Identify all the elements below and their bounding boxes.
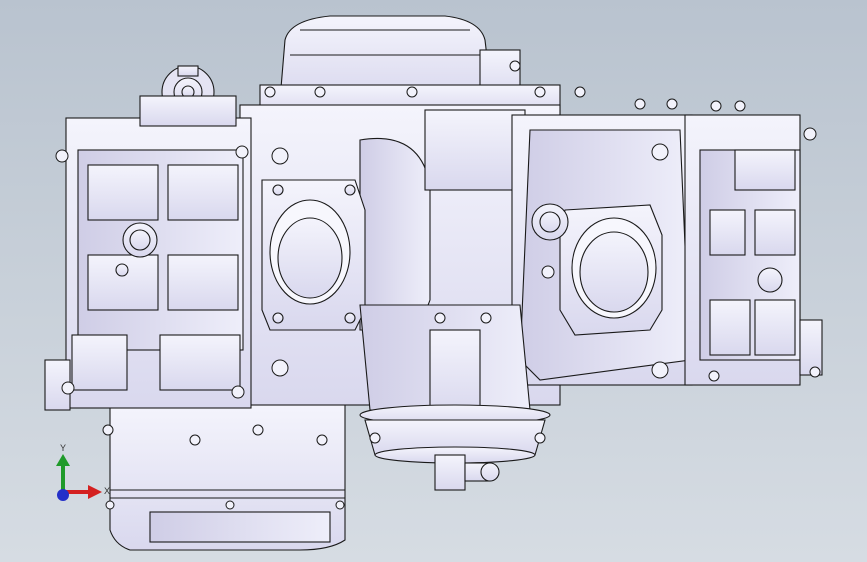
x-axis-arrow: [63, 485, 102, 499]
clutch-housing[interactable]: [359, 304, 551, 491]
lower-crankcase[interactable]: [109, 404, 346, 551]
cad-graphics-viewport[interactable]: Y X: [0, 0, 867, 562]
right-valve-cover[interactable]: [684, 114, 823, 386]
x-axis-label: X: [104, 486, 111, 496]
y-axis-label: Y: [60, 443, 67, 453]
left-cylinder-head[interactable]: [44, 117, 252, 411]
engine-assembly-model[interactable]: [0, 0, 867, 562]
left-intake-flange[interactable]: [261, 179, 366, 331]
z-axis-dot: [57, 489, 69, 501]
drive-sprocket[interactable]: [139, 65, 237, 127]
y-axis-arrow: [56, 454, 70, 492]
